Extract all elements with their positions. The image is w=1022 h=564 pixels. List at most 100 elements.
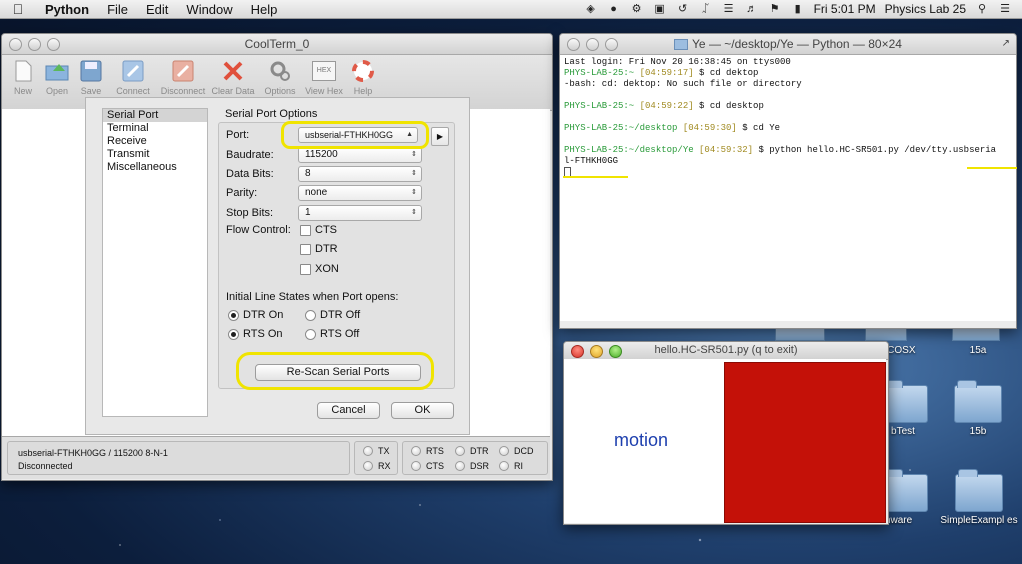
led-dot <box>411 446 421 456</box>
disconnect-label: Disconnect <box>160 86 206 96</box>
terminal-cursor-line <box>564 167 1012 178</box>
txrx-led-panel: TX RX <box>354 441 398 475</box>
port-highlight <box>281 121 429 149</box>
databits-row: Data Bits: 8 ⇕ <box>226 166 422 182</box>
databits-select[interactable]: 8 ⇕ <box>298 166 422 182</box>
menu-edit[interactable]: Edit <box>137 2 177 17</box>
evernote-icon[interactable]: ● <box>607 3 621 15</box>
rts-on-radio[interactable]: RTS On <box>228 328 283 340</box>
terminal-output[interactable]: Last login: Fri Nov 20 16:38:45 on ttys0… <box>560 55 1016 321</box>
serial-port-options-group: Port: usbserial-FTHKH0GG ▲ ▶ Baudrate: 11… <box>218 122 455 389</box>
menubar-user[interactable]: Physics Lab 25 <box>885 2 966 16</box>
port-menu-arrow-button[interactable]: ▶ <box>431 127 449 146</box>
dtr-checkbox[interactable]: DTR <box>300 243 338 255</box>
baud-select[interactable]: 115200 ⇕ <box>298 147 422 163</box>
desktop-icon-15b[interactable]: 15b <box>943 380 1013 437</box>
terminal-line: PHYS-LAB-25:~ [04:59:17] $ cd dektop <box>564 68 1012 79</box>
checkbox-box[interactable] <box>300 263 311 275</box>
terminal-text: Last login: Fri Nov 20 16:38:45 on ttys0… <box>564 57 791 67</box>
updown-icon: ⇕ <box>411 151 417 158</box>
dtr-off-label: DTR Off <box>320 309 361 321</box>
zoom-icon[interactable] <box>47 38 60 51</box>
apple-icon[interactable]:  <box>0 1 36 17</box>
radio-dot[interactable] <box>228 328 239 340</box>
flag-icon[interactable]: ⚑ <box>768 3 782 15</box>
minimize-icon[interactable] <box>28 38 41 51</box>
rx-label: RX <box>378 461 391 471</box>
clear-data-label: Clear Data <box>211 86 255 96</box>
menu-window[interactable]: Window <box>177 2 241 17</box>
battery-icon[interactable]: ▮ <box>791 3 805 15</box>
terminal-text: -bash: cd: dektop: No such file or direc… <box>564 79 802 89</box>
dtr-led: DTR <box>455 446 489 456</box>
desktop-icon-label: bTest <box>891 426 915 437</box>
search-icon[interactable]: ⚲ <box>975 3 989 15</box>
category-miscellaneous[interactable]: Miscellaneous <box>103 161 207 174</box>
connect-plug-icon <box>121 59 145 83</box>
category-terminal[interactable]: Terminal <box>103 122 207 135</box>
category-transmit[interactable]: Transmit <box>103 148 207 161</box>
gear-icon[interactable]: ⚙ <box>630 3 644 15</box>
menu-help[interactable]: Help <box>242 2 287 17</box>
wifi-icon[interactable]: ☰ <box>722 3 736 15</box>
checkbox-box[interactable] <box>300 224 311 236</box>
checkbox-box[interactable] <box>300 243 311 255</box>
options-label: Options <box>264 86 296 96</box>
hello-window: hello.HC-SR501.py (q to exit) motion <box>563 341 889 525</box>
flow-label: Flow Control: <box>226 224 291 236</box>
close-icon[interactable] <box>571 345 584 358</box>
zoom-icon[interactable] <box>605 38 618 51</box>
parity-value: none <box>305 187 328 198</box>
open-button[interactable]: Open <box>40 55 74 110</box>
radio-dot[interactable] <box>228 309 239 321</box>
terminal-titlebar[interactable]: Ye — ~/desktop/Ye — Python — 80×24 ↗ <box>560 34 1016 55</box>
fullscreen-icon[interactable]: ↗ <box>1002 34 1010 54</box>
desktop-icon-15a[interactable]: 15a <box>943 345 1013 356</box>
minimize-icon[interactable] <box>586 38 599 51</box>
category-serial-port[interactable]: Serial Port <box>103 109 207 122</box>
list-icon[interactable]: ☰ <box>998 3 1012 15</box>
prompt-host: PHYS-LAB-25:~ <box>564 68 635 78</box>
menubar-clock[interactable]: Fri 5:01 PM <box>814 2 876 16</box>
close-icon[interactable] <box>567 38 580 51</box>
floppy-disk-icon <box>79 59 103 83</box>
radio-dot[interactable] <box>305 309 316 321</box>
play-arrow-icon: ▶ <box>436 132 444 141</box>
led-dot <box>455 461 465 471</box>
hello-titlebar[interactable]: hello.HC-SR501.py (q to exit) <box>564 342 888 360</box>
menu-file[interactable]: File <box>98 2 137 17</box>
parity-select[interactable]: none ⇕ <box>298 185 422 201</box>
rts-off-radio[interactable]: RTS Off <box>305 328 359 340</box>
dtr-off-radio[interactable]: DTR Off <box>305 309 360 321</box>
coolterm-titlebar[interactable]: CoolTerm_0 <box>2 34 552 55</box>
hex-icon: HEX <box>312 59 336 83</box>
radio-dot[interactable] <box>305 328 316 340</box>
coolterm-title: CoolTerm_0 <box>244 37 310 51</box>
menu-bar:  Python File Edit Window Help ◈ ● ⚙ ▣ ↺… <box>0 0 1022 19</box>
dtr-on-radio[interactable]: DTR On <box>228 309 283 321</box>
xon-checkbox[interactable]: XON <box>300 263 339 275</box>
databits-value: 8 <box>305 168 311 179</box>
dtr-label: DTR <box>315 243 338 255</box>
stopbits-value: 1 <box>305 207 311 218</box>
dsr-label: DSR <box>470 461 490 471</box>
dropbox-icon[interactable]: ◈ <box>584 3 598 15</box>
bluetooth-icon[interactable]: ᛢ <box>699 3 713 15</box>
zoom-icon[interactable] <box>609 345 622 358</box>
prompt-time: [04:59:17] <box>639 68 694 78</box>
category-receive[interactable]: Receive <box>103 135 207 148</box>
time-machine-icon[interactable]: ↺ <box>676 3 690 15</box>
cancel-button[interactable]: Cancel <box>317 402 380 419</box>
menu-app-python[interactable]: Python <box>36 2 98 17</box>
stopbits-select[interactable]: 1 ⇕ <box>298 205 422 221</box>
cts-checkbox[interactable]: CTS <box>300 224 337 236</box>
volume-icon[interactable]: ♬ <box>745 3 759 15</box>
desktop-icon-simpleexamples[interactable]: SimpleExampl es <box>940 469 1018 526</box>
rts-on-label: RTS On <box>243 328 283 340</box>
hello-canvas: motion <box>564 359 886 523</box>
minimize-icon[interactable] <box>590 345 603 358</box>
new-button[interactable]: New <box>6 55 40 110</box>
close-icon[interactable] <box>9 38 22 51</box>
screen-icon[interactable]: ▣ <box>653 3 667 15</box>
ok-button[interactable]: OK <box>391 402 454 419</box>
